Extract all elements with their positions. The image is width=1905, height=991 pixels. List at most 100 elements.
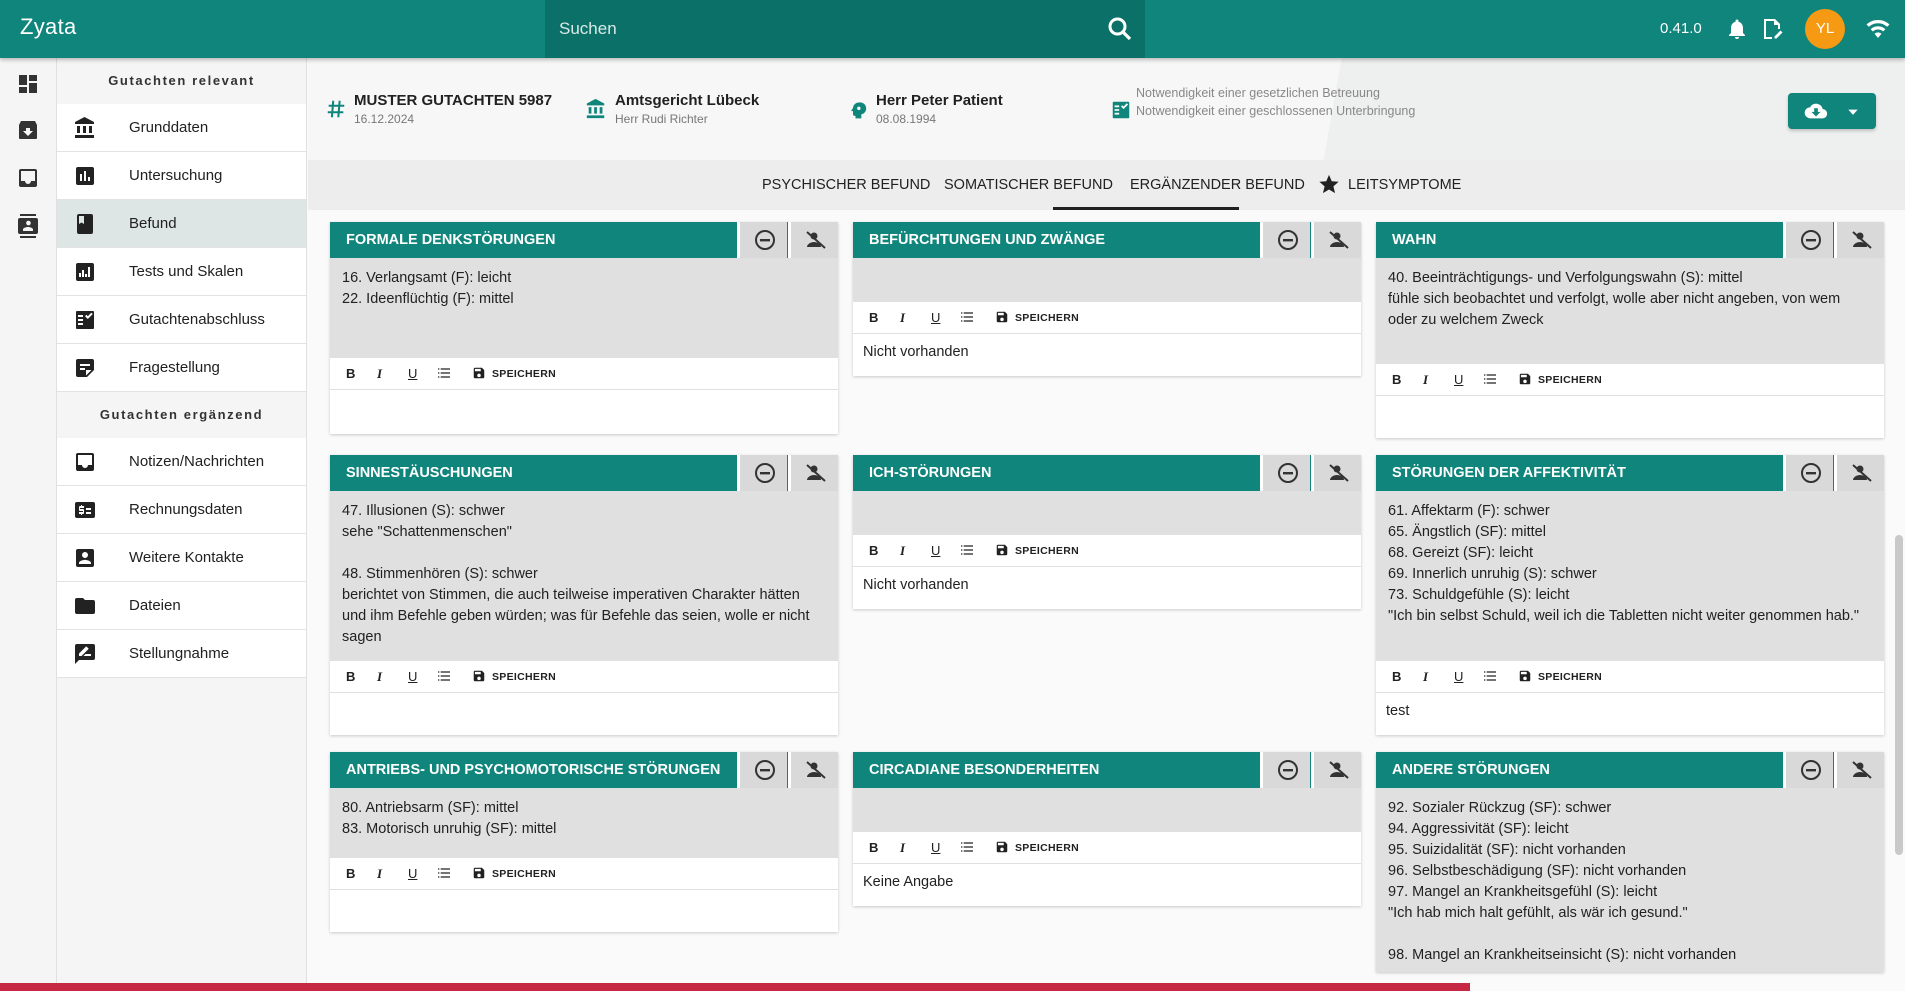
collapse-button[interactable] — [1783, 222, 1833, 258]
list-icon[interactable] — [1482, 371, 1498, 390]
card-body — [853, 258, 1361, 302]
tab-psychischer-befund[interactable]: PSYCHISCHER BEFUND — [762, 177, 930, 193]
edit-note-icon[interactable] — [1760, 17, 1784, 41]
collapse-button[interactable] — [1260, 222, 1310, 258]
scrollbar-thumb[interactable] — [1895, 535, 1903, 855]
remove-person-button[interactable] — [788, 455, 838, 491]
remove-person-button[interactable] — [1834, 752, 1884, 788]
bold-button[interactable]: B — [346, 669, 355, 684]
tab-leitsymptome[interactable]: LEITSYMPTOME — [1348, 177, 1461, 193]
bold-button[interactable]: B — [869, 543, 878, 558]
save-button[interactable]: SPEICHERN — [472, 366, 556, 380]
sidebar-item-stellungnahme[interactable]: Stellungnahme — [57, 630, 306, 678]
list-icon[interactable] — [1482, 668, 1498, 687]
app-title[interactable]: Zyata — [20, 14, 77, 40]
inbox-icon[interactable] — [16, 166, 40, 190]
underline-button[interactable]: U — [408, 866, 417, 881]
editor-content[interactable]: test — [1376, 693, 1884, 735]
sidebar-item-weitere-kontakte[interactable]: Weitere Kontakte — [57, 534, 306, 582]
avatar[interactable]: YL — [1805, 9, 1845, 49]
remove-person-button[interactable] — [788, 222, 838, 258]
search-icon[interactable] — [1105, 14, 1135, 44]
collapse-button[interactable] — [1260, 752, 1310, 788]
italic-button[interactable]: I — [900, 840, 905, 856]
collapse-button[interactable] — [737, 455, 787, 491]
save-button[interactable]: SPEICHERN — [472, 669, 556, 683]
sidebar-item-notizen[interactable]: Notizen/Nachrichten — [57, 438, 306, 486]
editor-content[interactable] — [330, 390, 838, 434]
search-input[interactable]: Suchen — [545, 0, 1145, 58]
remove-person-button[interactable] — [1311, 222, 1361, 258]
dashboard-icon[interactable] — [16, 72, 40, 96]
bell-icon[interactable] — [1725, 17, 1749, 41]
save-button[interactable]: SPEICHERN — [472, 866, 556, 880]
collapse-button[interactable] — [737, 752, 787, 788]
underline-button[interactable]: U — [1454, 669, 1463, 684]
sidebar-item-fragestellung[interactable]: Fragestellung — [57, 344, 306, 392]
italic-button[interactable]: I — [900, 310, 905, 326]
save-button[interactable]: SPEICHERN — [995, 840, 1079, 854]
underline-button[interactable]: U — [1454, 372, 1463, 387]
collapse-button[interactable] — [1783, 752, 1833, 788]
save-button[interactable]: SPEICHERN — [1518, 372, 1602, 386]
sidebar-item-grunddaten[interactable]: Grunddaten — [57, 104, 306, 152]
remove-person-button[interactable] — [1834, 222, 1884, 258]
underline-button[interactable]: U — [931, 310, 940, 325]
archive-download-icon[interactable] — [16, 118, 40, 142]
collapse-button[interactable] — [1260, 455, 1310, 491]
save-button[interactable]: SPEICHERN — [1518, 669, 1602, 683]
italic-button[interactable]: I — [377, 669, 382, 685]
bold-button[interactable]: B — [346, 366, 355, 381]
editor-content[interactable] — [1376, 396, 1884, 438]
editor-content[interactable]: Nicht vorhanden — [853, 334, 1361, 376]
person-off-icon — [806, 464, 826, 482]
underline-button[interactable]: U — [408, 366, 417, 381]
remove-person-button[interactable] — [1311, 752, 1361, 788]
download-button[interactable] — [1788, 93, 1876, 129]
list-icon[interactable] — [436, 865, 452, 884]
sidebar-item-befund[interactable]: Befund — [57, 200, 306, 248]
save-button[interactable]: SPEICHERN — [995, 543, 1079, 557]
rate-review-icon — [75, 644, 95, 664]
underline-button[interactable]: U — [931, 840, 940, 855]
tab-ergaenzender-befund[interactable]: ERGÄNZENDER BEFUND — [1130, 177, 1305, 193]
contacts-icon[interactable] — [16, 214, 40, 238]
nav-rail — [0, 58, 57, 991]
remove-person-button[interactable] — [1834, 455, 1884, 491]
list-icon[interactable] — [959, 542, 975, 561]
remove-person-button[interactable] — [1311, 455, 1361, 491]
editor-content[interactable]: Keine Angabe — [853, 864, 1361, 906]
bold-button[interactable]: B — [869, 840, 878, 855]
italic-button[interactable]: I — [377, 366, 382, 382]
sidebar-item-gutachtenabschluss[interactable]: Gutachtenabschluss — [57, 296, 306, 344]
sidebar-item-untersuchung[interactable]: Untersuchung — [57, 152, 306, 200]
save-button[interactable]: SPEICHERN — [995, 310, 1079, 324]
save-icon — [1519, 670, 1531, 682]
sidebar-item-rechnungsdaten[interactable]: Rechnungsdaten — [57, 486, 306, 534]
sidebar-item-dateien[interactable]: Dateien — [57, 582, 306, 630]
italic-button[interactable]: I — [1423, 669, 1428, 685]
collapse-button[interactable] — [737, 222, 787, 258]
collapse-button[interactable] — [1783, 455, 1833, 491]
bold-button[interactable]: B — [869, 310, 878, 325]
tab-somatischer-befund[interactable]: SOMATISCHER BEFUND — [944, 177, 1113, 193]
court-title: Amtsgericht Lübeck — [615, 92, 760, 109]
remove-person-button[interactable] — [788, 752, 838, 788]
list-icon[interactable] — [959, 309, 975, 328]
italic-button[interactable]: I — [1423, 372, 1428, 388]
editor-content[interactable]: Nicht vorhanden — [853, 567, 1361, 609]
bold-button[interactable]: B — [1392, 669, 1401, 684]
sidebar-item-tests-und-skalen[interactable]: Tests und Skalen — [57, 248, 306, 296]
list-icon[interactable] — [959, 839, 975, 858]
editor-content[interactable] — [330, 693, 838, 735]
editor-toolbar: B I U SPEICHERN — [1376, 364, 1884, 396]
bold-button[interactable]: B — [1392, 372, 1401, 387]
editor-content[interactable] — [330, 890, 838, 932]
underline-button[interactable]: U — [408, 669, 417, 684]
list-icon[interactable] — [436, 668, 452, 687]
bold-button[interactable]: B — [346, 866, 355, 881]
list-icon[interactable] — [436, 365, 452, 384]
italic-button[interactable]: I — [900, 543, 905, 559]
italic-button[interactable]: I — [377, 866, 382, 882]
underline-button[interactable]: U — [931, 543, 940, 558]
